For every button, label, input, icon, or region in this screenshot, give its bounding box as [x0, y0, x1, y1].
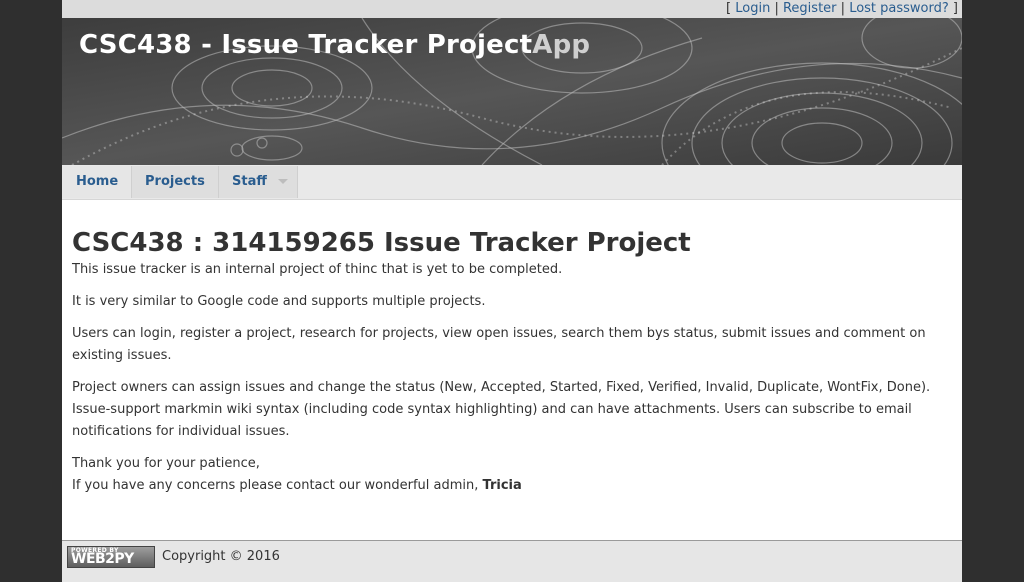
auth-bar: [ Login | Register | Lost password? ] [62, 0, 962, 18]
admin-name: Tricia [482, 478, 522, 493]
nav-item-home[interactable]: Home [62, 166, 132, 198]
footer: POWERED BY WEB2PY Copyright © 2016 [62, 540, 962, 582]
auth-separator: | [774, 1, 779, 16]
auth-separator: | [840, 1, 846, 16]
nav-item-staff[interactable]: Staff [219, 166, 298, 198]
closing-line-1: Thank you for your patience, [72, 456, 260, 471]
site-title: CSC438 - Issue Tracker ProjectApp [79, 30, 590, 60]
site-title-main: CSC438 - Issue Tracker Project [79, 30, 533, 60]
nav-item-projects[interactable]: Projects [132, 166, 219, 198]
chevron-down-icon [278, 179, 288, 184]
copyright-text: Copyright © 2016 [162, 549, 280, 564]
nav-item-label: Staff [232, 174, 267, 189]
auth-open-bracket: [ [726, 1, 732, 16]
nav-item-label: Home [76, 174, 119, 189]
web2py-logo[interactable]: POWERED BY WEB2PY [67, 546, 155, 568]
site-title-suffix: App [532, 30, 591, 60]
page-container: [ Login | Register | Lost password? ] CS… [62, 0, 962, 582]
register-link[interactable]: Register [783, 1, 837, 16]
intro-paragraph: This issue tracker is an internal projec… [72, 262, 563, 277]
similarity-paragraph: It is very similar to Google code and su… [72, 294, 486, 309]
owner-features-paragraph: Project owners can assign issues and cha… [72, 380, 931, 439]
lost-password-link[interactable]: Lost password? [849, 1, 949, 16]
login-link[interactable]: Login [735, 1, 770, 16]
user-features-paragraph: Users can login, register a project, res… [72, 326, 926, 363]
closing-line-2: If you have any concerns please contact … [72, 478, 479, 493]
header-banner: CSC438 - Issue Tracker ProjectApp [62, 18, 962, 165]
page-title: CSC438 : 314159265 Issue Tracker Project [72, 228, 691, 258]
auth-close-bracket: ] [952, 1, 958, 16]
main-nav: Home Projects Staff [62, 165, 962, 200]
badge-web2py: WEB2PY [71, 551, 134, 567]
closing-paragraph: Thank you for your patience, If you have… [72, 453, 942, 497]
nav-item-label: Projects [145, 174, 205, 189]
main-content: CSC438 : 314159265 Issue Tracker Project… [72, 227, 942, 507]
